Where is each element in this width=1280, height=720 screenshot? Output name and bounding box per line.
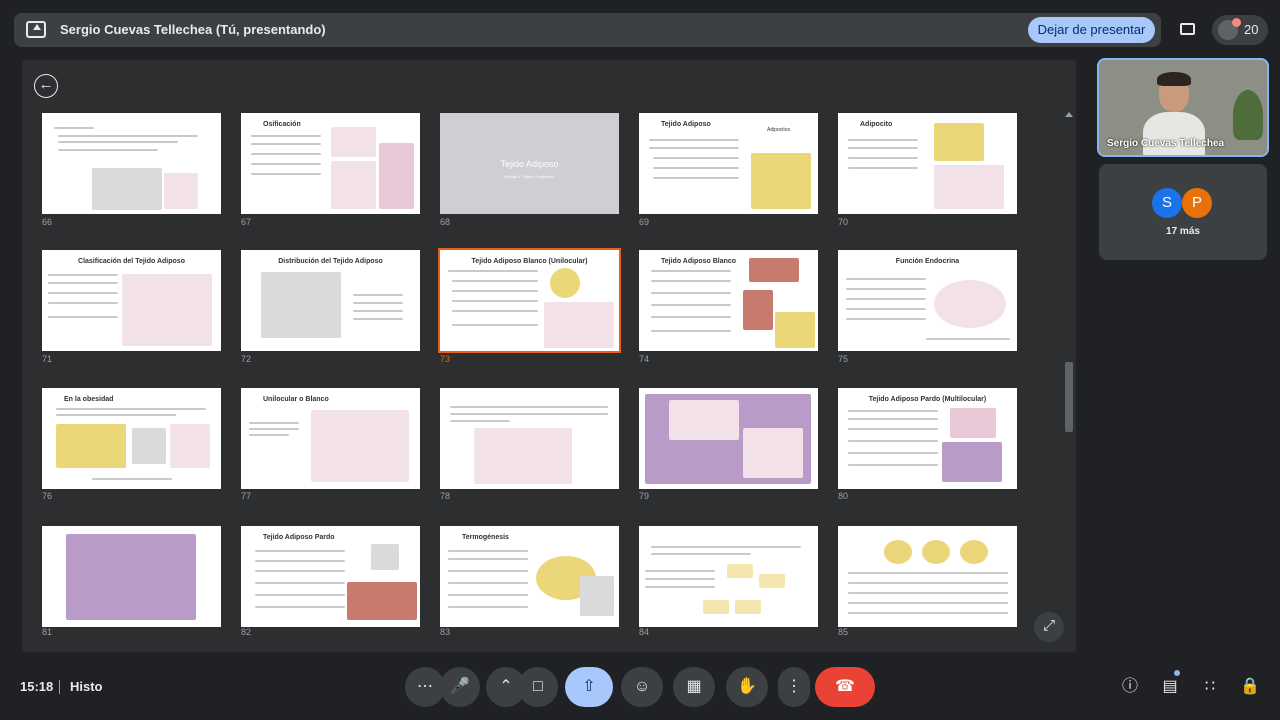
captions-icon[interactable]: ▦ <box>673 667 715 707</box>
bottom-toolbar: 15:18 Histo ⋯ 🎤 ⌃ □ ⇧ ☺ ▦ ✋ ⋮ ☎ ⓘ ▤ ∷ 🔒 <box>0 660 1280 720</box>
slide-number: 75 <box>838 354 849 364</box>
slide-thumbnail[interactable]: Función Endocrina <box>838 250 1017 351</box>
slide-thumbnail[interactable]: Tejido Adiposo Pardo (Multilocular) <box>838 388 1017 489</box>
slide-thumbnail[interactable] <box>639 388 818 489</box>
slide-number: 67 <box>241 217 252 227</box>
slide-thumbnail[interactable] <box>838 526 1017 627</box>
info-icon[interactable]: ⓘ <box>1118 675 1142 699</box>
slide-title: Adipocito <box>860 121 893 128</box>
slide-title: Tejido Adiposo Pardo (Multilocular) <box>868 396 987 403</box>
slide-number: 82 <box>241 627 252 637</box>
slide-title: Tejido Adiposo Pardo <box>263 534 335 541</box>
slide-number: 71 <box>42 354 53 364</box>
slide-thumbnail[interactable] <box>440 388 619 489</box>
slide-thumbnail[interactable]: Tejido Adiposo Blanco <box>639 250 818 351</box>
participant-avatar: S <box>1152 188 1182 218</box>
back-arrow-icon[interactable]: ← <box>34 74 58 98</box>
slide-thumbnail[interactable]: Osificación <box>241 113 420 214</box>
slide-number: 83 <box>440 627 451 637</box>
more-options-icon[interactable]: ⋮ <box>778 667 810 707</box>
chat-badge <box>1174 670 1180 676</box>
present-screen-icon <box>26 21 46 38</box>
participant-count: 20 <box>1244 22 1259 37</box>
slide-thumbnail[interactable] <box>42 113 221 214</box>
slide-number: 78 <box>440 491 451 501</box>
slide-thumbnail[interactable]: Clasificación del Tejido Adiposo <box>42 250 221 351</box>
emoji-icon[interactable]: ☺ <box>621 667 663 707</box>
participants-button[interactable]: 20 <box>1212 15 1268 45</box>
slide-title: Clasificación del Tejido Adiposo <box>78 258 185 265</box>
participant-avatar: P <box>1182 188 1212 218</box>
plant-image <box>1233 90 1263 140</box>
slide-thumbnail[interactable]: Adipocito <box>838 113 1017 214</box>
slide-thumbnail-selected[interactable]: Tejido Adiposo Blanco (Unilocular) <box>438 248 621 353</box>
slide-title: Tejido Adiposo <box>500 159 559 169</box>
slide-number: 79 <box>639 491 650 501</box>
slide-thumbnail[interactable] <box>639 526 818 627</box>
slide-thumbnail[interactable]: Tejido Adiposo Unidad 3 "Tejido Conjunti… <box>440 113 619 214</box>
slide-title: Termogénesis <box>462 534 509 541</box>
slide-number: 70 <box>838 217 849 227</box>
slide-number: 69 <box>639 217 650 227</box>
presentation-stage: ← 66 Osificación 67 Tejido Adiposo Unida… <box>22 60 1076 652</box>
scroll-up-arrow-icon[interactable] <box>1065 112 1073 117</box>
slide-title: Unilocular o Blanco <box>263 396 329 403</box>
host-controls-icon[interactable]: 🔒 <box>1238 675 1262 699</box>
raise-hand-icon[interactable]: ✋ <box>726 667 768 707</box>
slide-number: 76 <box>42 491 53 501</box>
end-call-icon[interactable]: ☎ <box>815 667 875 707</box>
presenting-bar: Sergio Cuevas Tellechea (Tú, presentando… <box>14 13 1161 47</box>
slide-thumbnail[interactable] <box>42 526 221 627</box>
microphone-icon[interactable]: 🎤 <box>440 667 480 707</box>
meeting-name: Histo <box>70 679 103 694</box>
activities-grid-icon[interactable]: ∷ <box>1198 675 1222 699</box>
self-video-tile[interactable]: Sergio Cuevas Tellechea <box>1097 58 1269 157</box>
slide-number: 81 <box>42 627 53 637</box>
clock: 15:18 <box>20 679 54 694</box>
slide-title: Tejido Adiposo Blanco (Unilocular) <box>471 258 588 265</box>
slide-number: 66 <box>42 217 53 227</box>
slide-sorter: ← 66 Osificación 67 Tejido Adiposo Unida… <box>22 60 1076 652</box>
slide-thumbnail[interactable]: Termogénesis <box>440 526 619 627</box>
minimize-icon[interactable]: ⤢ <box>1034 612 1064 642</box>
slide-caption: Adipocitos <box>767 127 791 133</box>
slide-number: 84 <box>639 627 650 637</box>
slide-subtitle: Unidad 3 "Tejido Conjuntivo" <box>504 174 555 179</box>
layout-icon[interactable] <box>1172 15 1204 45</box>
slide-thumbnail[interactable]: Unilocular o Blanco <box>241 388 420 489</box>
more-audio-options-icon[interactable]: ⋯ <box>405 667 445 707</box>
slide-number: 80 <box>838 491 849 501</box>
slide-number: 72 <box>241 354 252 364</box>
stop-presenting-button[interactable]: Dejar de presentar <box>1028 17 1155 43</box>
presenting-title: Sergio Cuevas Tellechea (Tú, presentando… <box>60 22 326 37</box>
slide-title: Función Endocrina <box>895 258 960 265</box>
slide-title: Distribución del Tejido Adiposo <box>278 258 383 265</box>
slide-title: En la obesidad <box>64 396 114 403</box>
participants-avatar-icon <box>1218 18 1241 40</box>
others-tile[interactable]: S P 17 más <box>1099 164 1267 260</box>
present-screen-button-icon[interactable]: ⇧ <box>565 667 613 707</box>
self-name-label: Sergio Cuevas Tellechea <box>1107 138 1225 149</box>
slide-thumbnail[interactable]: Tejido Adiposo Pardo <box>241 526 420 627</box>
scrollbar-thumb[interactable] <box>1065 362 1073 432</box>
slide-number: 85 <box>838 627 849 637</box>
chat-icon[interactable]: ▤ <box>1158 675 1182 699</box>
divider <box>59 680 60 694</box>
slide-number: 77 <box>241 491 252 501</box>
slide-number: 74 <box>639 354 650 364</box>
slide-number: 68 <box>440 217 451 227</box>
slide-title: Tejido Adiposo <box>661 121 711 128</box>
others-count-label: 17 más <box>1166 226 1200 237</box>
slide-thumbnail[interactable]: Distribución del Tejido Adiposo <box>241 250 420 351</box>
slide-thumbnail[interactable]: Tejido Adiposo Adipocitos <box>639 113 818 214</box>
camera-icon[interactable]: □ <box>518 667 558 707</box>
slide-number-selected: 73 <box>440 354 451 364</box>
scrollbar[interactable] <box>1065 112 1073 630</box>
slide-thumbnail[interactable]: En la obesidad <box>42 388 221 489</box>
